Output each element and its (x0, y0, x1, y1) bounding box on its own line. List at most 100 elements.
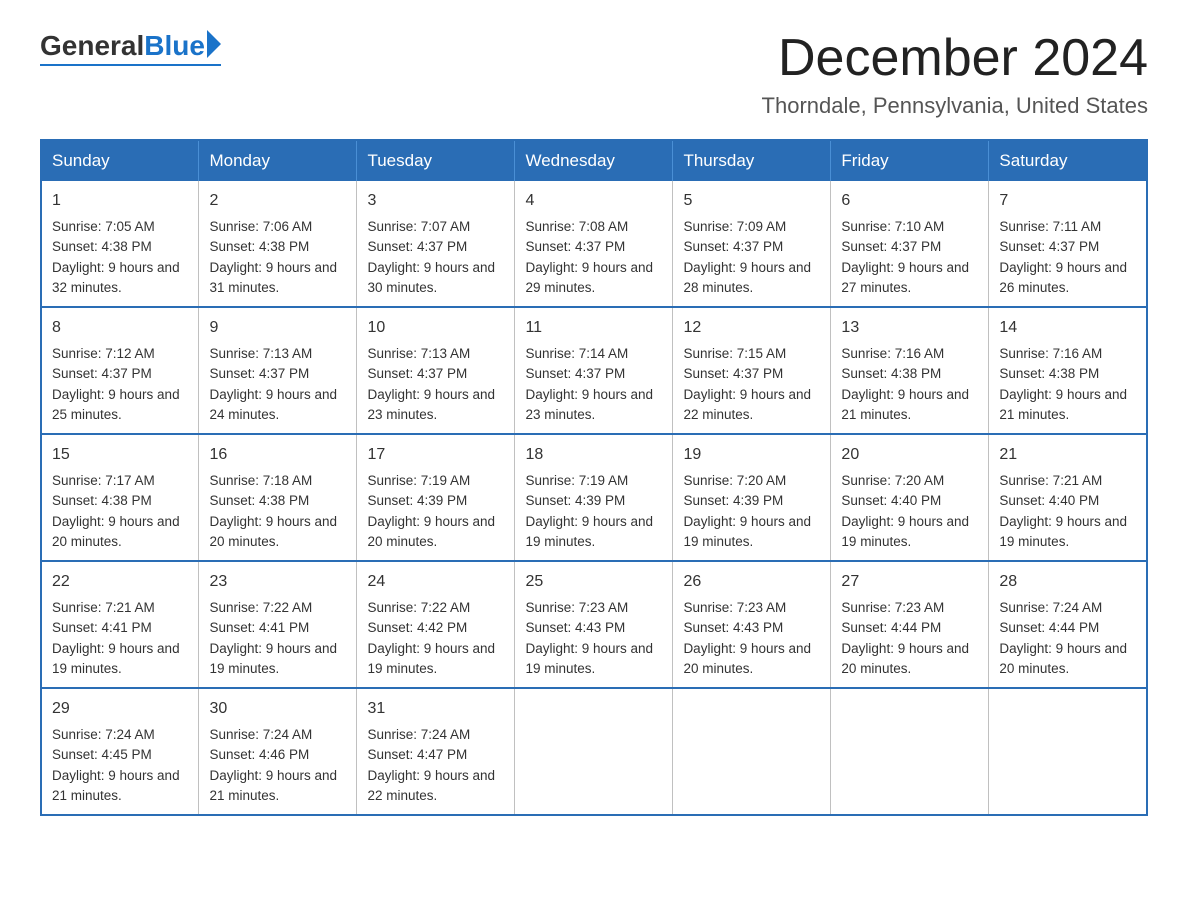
day-number: 22 (52, 570, 188, 594)
calendar-day-cell: 20 Sunrise: 7:20 AM Sunset: 4:40 PM Dayl… (831, 434, 989, 561)
daylight-info: Daylight: 9 hours and 26 minutes. (999, 260, 1127, 295)
sunrise-info: Sunrise: 7:07 AM (367, 219, 470, 234)
sunset-info: Sunset: 4:38 PM (52, 239, 152, 254)
month-year-title: December 2024 (762, 30, 1148, 87)
calendar-day-cell: 6 Sunrise: 7:10 AM Sunset: 4:37 PM Dayli… (831, 181, 989, 307)
sunrise-info: Sunrise: 7:09 AM (683, 219, 786, 234)
sunset-info: Sunset: 4:41 PM (209, 620, 309, 635)
sunset-info: Sunset: 4:38 PM (841, 366, 941, 381)
calendar-week-row: 1 Sunrise: 7:05 AM Sunset: 4:38 PM Dayli… (41, 181, 1147, 307)
sunrise-info: Sunrise: 7:22 AM (367, 600, 470, 615)
calendar-day-cell: 9 Sunrise: 7:13 AM Sunset: 4:37 PM Dayli… (199, 307, 357, 434)
sunset-info: Sunset: 4:37 PM (683, 239, 783, 254)
daylight-info: Daylight: 9 hours and 19 minutes. (52, 641, 180, 676)
page-header: General Blue December 2024 Thorndale, Pe… (40, 30, 1148, 119)
daylight-info: Daylight: 9 hours and 20 minutes. (841, 641, 969, 676)
sunrise-info: Sunrise: 7:16 AM (841, 346, 944, 361)
daylight-info: Daylight: 9 hours and 21 minutes. (52, 768, 180, 803)
day-number: 8 (52, 316, 188, 340)
calendar-day-cell: 23 Sunrise: 7:22 AM Sunset: 4:41 PM Dayl… (199, 561, 357, 688)
day-number: 26 (683, 570, 820, 594)
calendar-day-cell: 22 Sunrise: 7:21 AM Sunset: 4:41 PM Dayl… (41, 561, 199, 688)
day-number: 30 (209, 697, 346, 721)
logo: General Blue (40, 30, 221, 66)
daylight-info: Daylight: 9 hours and 19 minutes. (999, 514, 1127, 549)
sunrise-info: Sunrise: 7:13 AM (209, 346, 312, 361)
logo-underline (40, 64, 221, 66)
calendar-day-cell: 2 Sunrise: 7:06 AM Sunset: 4:38 PM Dayli… (199, 181, 357, 307)
sunrise-info: Sunrise: 7:22 AM (209, 600, 312, 615)
calendar-day-cell: 5 Sunrise: 7:09 AM Sunset: 4:37 PM Dayli… (673, 181, 831, 307)
day-number: 20 (841, 443, 978, 467)
calendar-table: SundayMondayTuesdayWednesdayThursdayFrid… (40, 139, 1148, 816)
calendar-day-cell: 14 Sunrise: 7:16 AM Sunset: 4:38 PM Dayl… (989, 307, 1147, 434)
calendar-day-cell: 11 Sunrise: 7:14 AM Sunset: 4:37 PM Dayl… (515, 307, 673, 434)
calendar-day-cell: 3 Sunrise: 7:07 AM Sunset: 4:37 PM Dayli… (357, 181, 515, 307)
sunrise-info: Sunrise: 7:08 AM (525, 219, 628, 234)
sunset-info: Sunset: 4:42 PM (367, 620, 467, 635)
day-number: 7 (999, 189, 1136, 213)
sunset-info: Sunset: 4:37 PM (841, 239, 941, 254)
daylight-info: Daylight: 9 hours and 19 minutes. (683, 514, 811, 549)
sunset-info: Sunset: 4:38 PM (52, 493, 152, 508)
daylight-info: Daylight: 9 hours and 20 minutes. (367, 514, 495, 549)
weekday-header-monday: Monday (199, 140, 357, 181)
daylight-info: Daylight: 9 hours and 21 minutes. (841, 387, 969, 422)
sunrise-info: Sunrise: 7:24 AM (209, 727, 312, 742)
title-section: December 2024 Thorndale, Pennsylvania, U… (762, 30, 1148, 119)
sunrise-info: Sunrise: 7:24 AM (999, 600, 1102, 615)
day-number: 17 (367, 443, 504, 467)
calendar-day-cell (673, 688, 831, 815)
day-number: 12 (683, 316, 820, 340)
weekday-header-thursday: Thursday (673, 140, 831, 181)
sunrise-info: Sunrise: 7:17 AM (52, 473, 155, 488)
sunrise-info: Sunrise: 7:16 AM (999, 346, 1102, 361)
calendar-day-cell: 4 Sunrise: 7:08 AM Sunset: 4:37 PM Dayli… (515, 181, 673, 307)
weekday-header-sunday: Sunday (41, 140, 199, 181)
sunset-info: Sunset: 4:37 PM (367, 366, 467, 381)
calendar-day-cell: 7 Sunrise: 7:11 AM Sunset: 4:37 PM Dayli… (989, 181, 1147, 307)
sunrise-info: Sunrise: 7:10 AM (841, 219, 944, 234)
calendar-day-cell: 18 Sunrise: 7:19 AM Sunset: 4:39 PM Dayl… (515, 434, 673, 561)
sunset-info: Sunset: 4:44 PM (999, 620, 1099, 635)
daylight-info: Daylight: 9 hours and 19 minutes. (525, 641, 653, 676)
sunset-info: Sunset: 4:37 PM (525, 366, 625, 381)
logo-blue-text: Blue (144, 30, 205, 62)
sunset-info: Sunset: 4:43 PM (683, 620, 783, 635)
calendar-day-cell: 30 Sunrise: 7:24 AM Sunset: 4:46 PM Dayl… (199, 688, 357, 815)
day-number: 25 (525, 570, 662, 594)
sunrise-info: Sunrise: 7:13 AM (367, 346, 470, 361)
day-number: 5 (683, 189, 820, 213)
calendar-day-cell: 8 Sunrise: 7:12 AM Sunset: 4:37 PM Dayli… (41, 307, 199, 434)
daylight-info: Daylight: 9 hours and 22 minutes. (367, 768, 495, 803)
sunrise-info: Sunrise: 7:05 AM (52, 219, 155, 234)
daylight-info: Daylight: 9 hours and 32 minutes. (52, 260, 180, 295)
day-number: 15 (52, 443, 188, 467)
weekday-header-row: SundayMondayTuesdayWednesdayThursdayFrid… (41, 140, 1147, 181)
daylight-info: Daylight: 9 hours and 25 minutes. (52, 387, 180, 422)
calendar-day-cell: 13 Sunrise: 7:16 AM Sunset: 4:38 PM Dayl… (831, 307, 989, 434)
calendar-day-cell (831, 688, 989, 815)
calendar-day-cell: 19 Sunrise: 7:20 AM Sunset: 4:39 PM Dayl… (673, 434, 831, 561)
sunrise-info: Sunrise: 7:20 AM (841, 473, 944, 488)
daylight-info: Daylight: 9 hours and 28 minutes. (683, 260, 811, 295)
daylight-info: Daylight: 9 hours and 19 minutes. (841, 514, 969, 549)
sunrise-info: Sunrise: 7:21 AM (999, 473, 1102, 488)
day-number: 24 (367, 570, 504, 594)
sunrise-info: Sunrise: 7:06 AM (209, 219, 312, 234)
sunrise-info: Sunrise: 7:23 AM (841, 600, 944, 615)
sunrise-info: Sunrise: 7:24 AM (52, 727, 155, 742)
calendar-week-row: 15 Sunrise: 7:17 AM Sunset: 4:38 PM Dayl… (41, 434, 1147, 561)
sunrise-info: Sunrise: 7:11 AM (999, 219, 1101, 234)
sunset-info: Sunset: 4:37 PM (367, 239, 467, 254)
sunset-info: Sunset: 4:44 PM (841, 620, 941, 635)
day-number: 10 (367, 316, 504, 340)
daylight-info: Daylight: 9 hours and 19 minutes. (367, 641, 495, 676)
day-number: 6 (841, 189, 978, 213)
sunrise-info: Sunrise: 7:20 AM (683, 473, 786, 488)
calendar-day-cell: 26 Sunrise: 7:23 AM Sunset: 4:43 PM Dayl… (673, 561, 831, 688)
sunset-info: Sunset: 4:37 PM (999, 239, 1099, 254)
logo-triangle-icon (207, 30, 221, 58)
daylight-info: Daylight: 9 hours and 24 minutes. (209, 387, 337, 422)
weekday-header-friday: Friday (831, 140, 989, 181)
